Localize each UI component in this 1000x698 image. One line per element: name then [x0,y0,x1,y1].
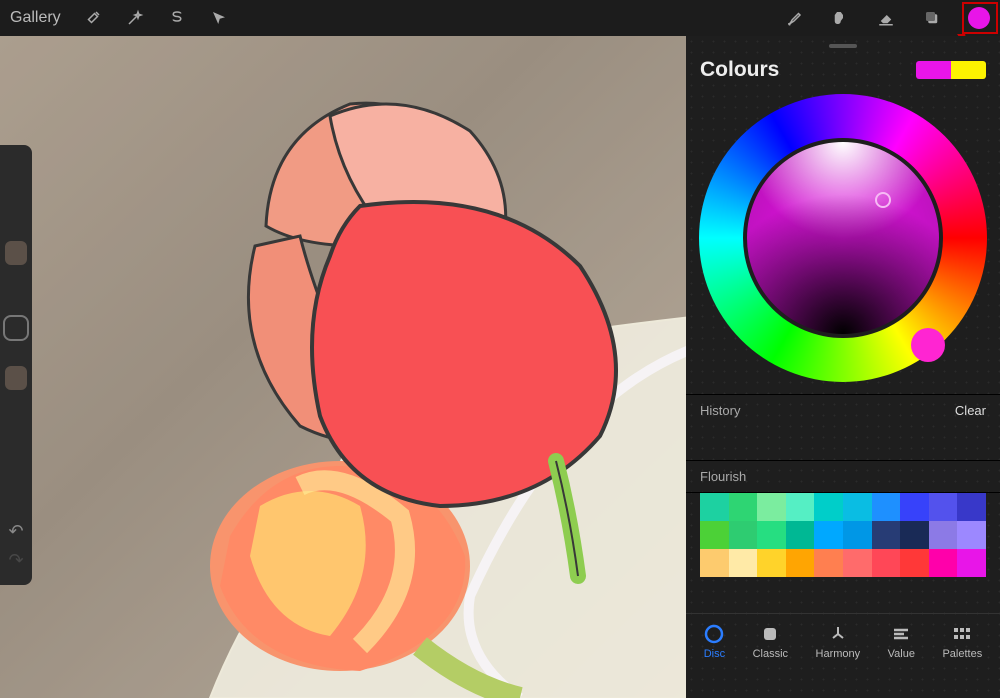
classic-icon [760,624,780,644]
redo-button[interactable]: ↷ [8,550,23,571]
history-label: History [700,403,955,418]
saturation-disc[interactable] [747,142,939,334]
gallery-button[interactable]: Gallery [10,9,61,27]
modifier-button[interactable] [3,315,29,341]
palette-swatch[interactable] [814,521,843,549]
palette-swatch[interactable] [700,521,729,549]
palette-swatch[interactable] [843,549,872,577]
color-picker-button[interactable] [968,7,990,29]
palette-swatch[interactable] [872,521,901,549]
value-icon [891,624,911,644]
palette-swatch[interactable] [900,521,929,549]
smudge-icon[interactable] [830,8,850,28]
palette-swatch[interactable] [929,493,958,521]
brush-size-thumb[interactable] [5,241,27,265]
history-swatches-empty [686,426,1000,460]
magic-wand-icon[interactable] [125,8,145,28]
brush-icon[interactable] [784,8,804,28]
colours-panel: Colours History Clear Flourish Disc Class… [686,36,1000,698]
colour-mode-tabs: Disc Classic Harmony Value Palettes [686,613,1000,698]
tab-harmony[interactable]: Harmony [816,624,861,660]
palettes-icon [952,624,972,644]
palette-swatch[interactable] [786,493,815,521]
hue-indicator[interactable] [911,328,945,362]
palette-swatch[interactable] [757,521,786,549]
tab-disc[interactable]: Disc [704,624,725,660]
arrow-tool-icon[interactable] [209,8,229,28]
secondary-color-swatch[interactable] [951,61,986,79]
palette-swatch[interactable] [929,549,958,577]
tab-palettes[interactable]: Palettes [942,624,982,660]
panel-title: Colours [700,58,916,82]
colour-wheel[interactable] [699,94,987,382]
tab-value[interactable]: Value [888,624,915,660]
undo-redo-group: ↶ ↷ [8,511,23,585]
layers-icon[interactable] [922,8,942,28]
eraser-icon[interactable] [876,8,896,28]
palette-swatch[interactable] [729,549,758,577]
palette-swatch[interactable] [729,521,758,549]
wrench-icon[interactable] [83,8,103,28]
palette-name-label: Flourish [700,469,986,484]
palette-swatch[interactable] [872,549,901,577]
palette-swatch[interactable] [757,549,786,577]
harmony-icon [828,624,848,644]
palette-swatch[interactable] [929,521,958,549]
saturation-indicator[interactable] [875,192,891,208]
tab-label: Classic [753,648,788,660]
palette-swatch[interactable] [757,493,786,521]
brush-opacity-slider[interactable] [13,351,19,507]
top-toolbar: Gallery [0,0,1000,36]
drawing-canvas[interactable] [0,36,686,698]
brush-size-slider[interactable] [13,149,19,305]
palette-swatch[interactable] [700,549,729,577]
disc-icon [704,624,724,644]
palette-swatch[interactable] [843,521,872,549]
palette-name-row: Flourish [686,460,1000,492]
palette-swatch[interactable] [900,549,929,577]
palette-swatch[interactable] [900,493,929,521]
left-sidebar: ↶ ↷ [0,145,32,585]
top-right-group [784,7,990,29]
palette-swatch[interactable] [957,521,986,549]
palette-swatch[interactable] [729,493,758,521]
palette-swatch[interactable] [843,493,872,521]
history-row: History Clear [686,394,1000,426]
palette-swatch[interactable] [872,493,901,521]
tab-label: Value [888,648,915,660]
palette-swatch[interactable] [786,549,815,577]
undo-button[interactable]: ↶ [8,521,23,542]
tab-label: Disc [704,648,725,660]
palette-swatch[interactable] [786,521,815,549]
canvas-dim-overlay [0,36,686,698]
brush-opacity-thumb[interactable] [5,366,27,390]
s-tool-icon[interactable] [167,8,187,28]
panel-header: Colours [686,48,1000,88]
primary-secondary-swatch[interactable] [916,61,986,79]
palette-swatch[interactable] [814,493,843,521]
palette-swatch[interactable] [814,549,843,577]
palette-swatch[interactable] [957,493,986,521]
palette-grid [686,492,1000,583]
tab-label: Palettes [942,648,982,660]
palette-swatch[interactable] [957,549,986,577]
history-clear-button[interactable]: Clear [955,403,986,418]
palette-swatch[interactable] [700,493,729,521]
top-left-group: Gallery [10,8,229,28]
primary-color-swatch[interactable] [916,61,951,79]
tab-classic[interactable]: Classic [753,624,788,660]
tab-label: Harmony [816,648,861,660]
